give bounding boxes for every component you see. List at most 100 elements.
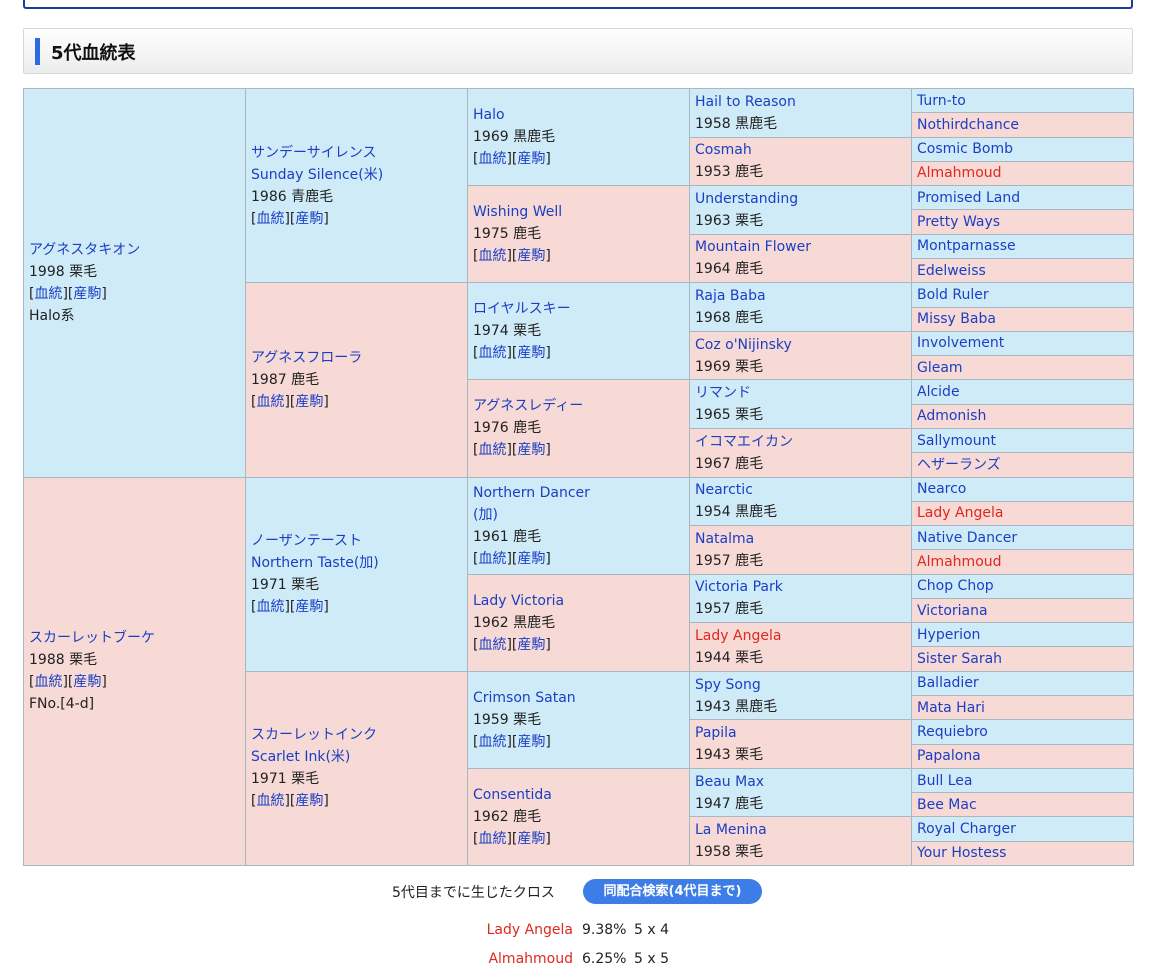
horse-name-link[interactable]: Papila (695, 725, 737, 741)
horse-name-link[interactable]: Montparnasse (917, 238, 1016, 254)
horse-name-link[interactable]: Nearco (917, 481, 966, 497)
horse-name-link[interactable]: アグネスフローラ (251, 350, 362, 366)
horse-name-link[interactable]: Admonish (917, 408, 986, 424)
offspring-link[interactable]: 産駒 (295, 394, 323, 410)
horse-name-en-link[interactable]: (加) (473, 507, 498, 523)
offspring-link[interactable]: 産駒 (517, 151, 545, 167)
horse-name-link[interactable]: Hyperion (917, 627, 980, 643)
offspring-link[interactable]: 産駒 (73, 674, 101, 690)
offspring-link[interactable]: 産駒 (295, 211, 323, 227)
offspring-link[interactable]: 産駒 (517, 442, 545, 458)
horse-name-link[interactable]: アグネスタキオン (29, 242, 140, 258)
horse-name-link[interactable]: Sister Sarah (917, 651, 1002, 667)
horse-name-link[interactable]: Lady Victoria (473, 593, 564, 609)
horse-name-link[interactable]: Promised Land (917, 190, 1020, 206)
pedigree-link[interactable]: 血統 (478, 151, 506, 167)
pedigree-link[interactable]: 血統 (256, 599, 284, 615)
horse-name-link[interactable]: ヘザーランズ (917, 457, 1001, 473)
pedigree-link[interactable]: 血統 (34, 286, 62, 302)
horse-name-link[interactable]: Papalona (917, 748, 981, 764)
horse-name-link[interactable]: Balladier (917, 675, 979, 691)
horse-name-link[interactable]: Understanding (695, 191, 798, 207)
horse-name-link[interactable]: Consentida (473, 787, 552, 803)
horse-name-link[interactable]: Royal Charger (917, 821, 1016, 837)
horse-name-link[interactable]: Gleam (917, 360, 963, 376)
horse-name-link[interactable]: Mata Hari (917, 700, 985, 716)
horse-name-link[interactable]: Beau Max (695, 774, 764, 790)
horse-name-link[interactable]: Raja Baba (695, 288, 766, 304)
horse-name-link[interactable]: イコマエイカン (695, 434, 793, 450)
horse-name-link[interactable]: Hail to Reason (695, 94, 796, 110)
offspring-link[interactable]: 産駒 (517, 637, 545, 653)
offspring-link[interactable]: 産駒 (73, 286, 101, 302)
horse-name-link[interactable]: Bold Ruler (917, 287, 989, 303)
horse-name-link[interactable]: Missy Baba (917, 311, 996, 327)
offspring-link[interactable]: 産駒 (517, 345, 545, 361)
horse-name-en-link[interactable]: Scarlet Ink(米) (251, 749, 350, 765)
horse-name-link[interactable]: Victoria Park (695, 579, 783, 595)
offspring-link[interactable]: 産駒 (295, 599, 323, 615)
horse-name-link[interactable]: スカーレットブーケ (29, 630, 155, 646)
pedigree-link[interactable]: 血統 (478, 345, 506, 361)
horse-name-link[interactable]: Pretty Ways (917, 214, 1000, 230)
offspring-link[interactable]: 産駒 (517, 248, 545, 264)
horse-name-link[interactable]: Requiebro (917, 724, 988, 740)
horse-name-link[interactable]: Northern Dancer (473, 485, 590, 501)
cross-horse-link[interactable]: Almahmoud (380, 951, 573, 967)
horse-name-link[interactable]: Your Hostess (917, 845, 1006, 861)
pedigree-link[interactable]: 血統 (478, 442, 506, 458)
horse-name-link[interactable]: Turn-to (917, 93, 966, 109)
horse-name-link[interactable]: ノーザンテースト (251, 533, 362, 549)
horse-name-link[interactable]: La Menina (695, 822, 767, 838)
horse-name-link[interactable]: Native Dancer (917, 530, 1017, 546)
horse-name-link[interactable]: Mountain Flower (695, 239, 811, 255)
horse-name-en-link[interactable]: Sunday Silence(米) (251, 167, 383, 183)
horse-name-link[interactable]: Crimson Satan (473, 690, 576, 706)
horse-name-link[interactable]: Bee Mac (917, 797, 977, 813)
horse-name-link[interactable]: Almahmoud (917, 165, 1002, 181)
horse-name-link[interactable]: Nothirdchance (917, 117, 1019, 133)
horse-name-link[interactable]: Coz o'Nijinsky (695, 337, 792, 353)
offspring-link[interactable]: 産駒 (517, 734, 545, 750)
horse-name-link[interactable]: リマンド (695, 385, 751, 401)
cross-horse-name[interactable]: Almahmoud (488, 951, 573, 967)
horse-name-link[interactable]: Victoriana (917, 603, 988, 619)
horse-name-link[interactable]: Chop Chop (917, 578, 994, 594)
horse-name-link[interactable]: Cosmah (695, 142, 752, 158)
horse-name-link[interactable]: Alcide (917, 384, 960, 400)
pedigree-link[interactable]: 血統 (478, 831, 506, 847)
horse-name-link[interactable]: スカーレットインク (251, 727, 377, 743)
horse-name-link[interactable]: Edelweiss (917, 263, 986, 279)
pedigree-link[interactable]: 血統 (256, 793, 284, 809)
horse-name-link[interactable]: ロイヤルスキー (473, 301, 571, 317)
cell-line: 1986 青鹿毛 (251, 186, 462, 208)
pedigree-link[interactable]: 血統 (478, 734, 506, 750)
same-mating-search-button[interactable]: 同配合検索(4代目まで) (583, 879, 762, 904)
cross-horse-name[interactable]: Lady Angela (487, 922, 573, 938)
horse-name-en-link[interactable]: Northern Taste(加) (251, 555, 379, 571)
pedigree-link[interactable]: 血統 (256, 394, 284, 410)
horse-name-link[interactable]: Lady Angela (917, 505, 1003, 521)
pedigree-link[interactable]: 血統 (478, 248, 506, 264)
horse-name-link[interactable]: サンデーサイレンス (251, 145, 376, 161)
horse-name-link[interactable]: Wishing Well (473, 204, 562, 220)
pedigree-link[interactable]: 血統 (256, 211, 284, 227)
horse-name-link[interactable]: Halo (473, 107, 505, 123)
horse-name-link[interactable]: Spy Song (695, 677, 761, 693)
horse-name-link[interactable]: Involvement (917, 335, 1004, 351)
offspring-link[interactable]: 産駒 (295, 793, 323, 809)
pedigree-link[interactable]: 血統 (478, 637, 506, 653)
horse-name-link[interactable]: アグネスレディー (473, 398, 583, 414)
pedigree-link[interactable]: 血統 (34, 674, 62, 690)
horse-name-link[interactable]: Almahmoud (917, 554, 1002, 570)
horse-name-link[interactable]: Bull Lea (917, 773, 972, 789)
cross-horse-link[interactable]: Lady Angela (380, 922, 573, 938)
horse-name-link[interactable]: Nearctic (695, 482, 753, 498)
horse-name-link[interactable]: Natalma (695, 531, 754, 547)
offspring-link[interactable]: 産駒 (517, 831, 545, 847)
horse-name-link[interactable]: Sallymount (917, 433, 996, 449)
horse-name-link[interactable]: Lady Angela (695, 628, 781, 644)
offspring-link[interactable]: 産駒 (517, 551, 545, 567)
pedigree-link[interactable]: 血統 (478, 551, 506, 567)
horse-name-link[interactable]: Cosmic Bomb (917, 141, 1013, 157)
